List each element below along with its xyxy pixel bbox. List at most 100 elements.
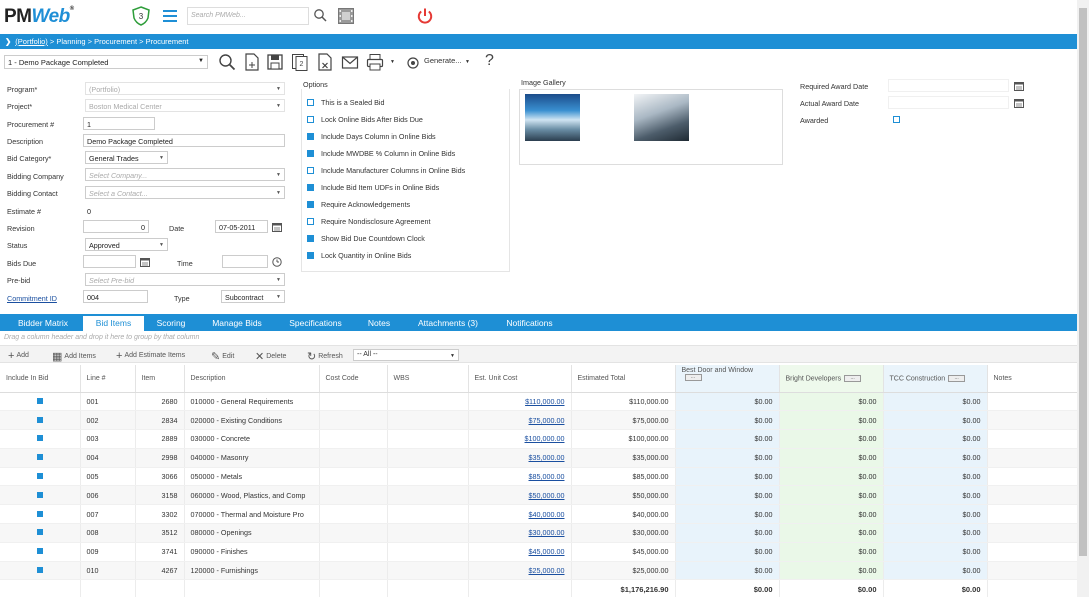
table-row[interactable]: 002 2834 020000 - Existing Conditions $75,0… xyxy=(0,410,1078,431)
option-checkbox[interactable] xyxy=(307,218,314,225)
menu-icon[interactable] xyxy=(163,10,177,22)
record-selector[interactable]: 1 - Demo Package Completed ▼ xyxy=(4,55,208,69)
save-icon[interactable] xyxy=(266,53,284,71)
estimate-input[interactable]: 0 xyxy=(83,204,285,217)
column-header[interactable]: Estimated Total xyxy=(571,365,676,393)
description-input[interactable]: Demo Package Completed xyxy=(83,134,285,147)
include-in-bid-checkbox[interactable] xyxy=(36,567,43,574)
est-unit-cost-link[interactable]: $85,000.00 xyxy=(468,467,572,487)
media-library-icon[interactable] xyxy=(338,8,354,24)
print-icon[interactable] xyxy=(366,53,384,71)
generate-dropdown-icon[interactable]: ▼ xyxy=(465,59,470,65)
bidder-options-button[interactable]: ... xyxy=(844,374,862,382)
column-header[interactable]: Line # xyxy=(80,365,136,393)
include-in-bid-cell[interactable] xyxy=(0,523,81,543)
include-in-bid-checkbox[interactable] xyxy=(36,529,43,536)
column-header[interactable]: Cost Code xyxy=(319,365,388,393)
include-in-bid-cell[interactable] xyxy=(0,485,81,506)
option-checkbox[interactable] xyxy=(307,201,314,208)
vertical-scrollbar[interactable] xyxy=(1077,0,1089,597)
find-icon[interactable] xyxy=(218,53,236,71)
bidding-company-select[interactable]: Select Company... ▼ xyxy=(85,168,285,181)
option-item[interactable]: Include Manufacturer Columns in Online B… xyxy=(307,166,465,175)
table-row[interactable]: 008 3512 080000 - Openings $30,000.00 $30,00… xyxy=(0,523,1078,543)
calendar-icon[interactable] xyxy=(140,257,150,267)
table-row[interactable]: 003 2889 030000 - Concrete $100,000.00 $100,… xyxy=(0,429,1078,449)
delete-button[interactable]: ✕ Delete xyxy=(255,350,286,363)
option-checkbox[interactable] xyxy=(307,116,314,123)
project-select[interactable]: Boston Medical Center ▼ xyxy=(85,99,285,112)
option-checkbox[interactable] xyxy=(307,167,314,174)
search-icon[interactable] xyxy=(313,8,327,22)
est-unit-cost-link[interactable]: $35,000.00 xyxy=(468,448,572,468)
pmweb-logo[interactable]: PMWeb® xyxy=(4,6,74,28)
column-header[interactable]: Bright Developers... xyxy=(779,365,884,393)
bids-due-input[interactable] xyxy=(83,255,136,268)
help-icon[interactable]: ? xyxy=(485,52,494,70)
grid-filter-select[interactable]: -- All -- ▼ xyxy=(353,349,459,361)
add-items-button[interactable]: ▦ Add Items xyxy=(52,350,96,363)
column-header[interactable]: TCC Construction... xyxy=(883,365,988,393)
commitment-id-link[interactable]: Commitment ID xyxy=(7,294,57,303)
option-item[interactable]: This is a Sealed Bid xyxy=(307,98,385,107)
option-item[interactable]: Include Days Column in Online Bids xyxy=(307,132,436,141)
add-estimate-items-button[interactable]: + Add Estimate Items xyxy=(116,350,185,362)
prebid-select[interactable]: Select Pre-bid ▼ xyxy=(85,273,285,286)
gallery-image-thumbnail[interactable] xyxy=(525,94,580,141)
include-in-bid-checkbox[interactable] xyxy=(36,454,43,461)
include-in-bid-checkbox[interactable] xyxy=(36,416,43,423)
refresh-button[interactable]: ↻ Refresh xyxy=(307,350,343,363)
new-record-icon[interactable] xyxy=(243,53,261,71)
bidding-contact-select[interactable]: Select a Contact... ▼ xyxy=(85,186,285,199)
table-row[interactable]: 009 3741 090000 - Finishes $45,000.00 $45,00… xyxy=(0,542,1078,562)
column-header[interactable]: Notes xyxy=(987,365,1078,393)
column-header[interactable]: Description xyxy=(184,365,320,393)
option-item[interactable]: Require Nondisclosure Agreement xyxy=(307,217,430,226)
include-in-bid-cell[interactable] xyxy=(0,448,81,468)
scrollbar-thumb[interactable] xyxy=(1079,8,1087,556)
include-in-bid-checkbox[interactable] xyxy=(36,397,43,404)
delete-record-icon[interactable] xyxy=(316,53,334,71)
gallery-image-thumbnail[interactable] xyxy=(634,94,689,141)
est-unit-cost-link[interactable]: $50,000.00 xyxy=(468,485,572,506)
calendar-icon[interactable] xyxy=(272,222,282,232)
column-header[interactable]: Include In Bid xyxy=(0,365,81,393)
est-unit-cost-link[interactable]: $25,000.00 xyxy=(468,561,572,581)
generate-button[interactable]: Generate... xyxy=(424,56,462,65)
status-select[interactable]: Approved ▼ xyxy=(85,238,168,251)
edit-button[interactable]: ✎ Edit xyxy=(211,350,234,363)
include-in-bid-checkbox[interactable] xyxy=(36,491,43,498)
breadcrumb-root-link[interactable]: (Portfolio) xyxy=(15,37,48,46)
include-in-bid-cell[interactable] xyxy=(0,467,81,487)
table-row[interactable]: 001 2680 010000 - General Requirements $110… xyxy=(0,392,1078,412)
option-checkbox[interactable] xyxy=(307,252,314,259)
search-input[interactable]: Search PMWeb... xyxy=(187,7,309,25)
option-item[interactable]: Lock Online Bids After Bids Due xyxy=(307,115,423,124)
time-input[interactable] xyxy=(222,255,268,268)
table-row[interactable]: 006 3158 060000 - Wood, Plastics, and Comp… xyxy=(0,485,1078,506)
table-row[interactable]: 004 2998 040000 - Masonry $35,000.00 $35,000… xyxy=(0,448,1078,468)
option-checkbox[interactable] xyxy=(307,150,314,157)
notification-shield-icon[interactable]: 3 xyxy=(131,6,151,26)
tab-notifications[interactable]: Notifications xyxy=(493,316,566,331)
est-unit-cost-link[interactable]: $100,000.00 xyxy=(468,429,572,449)
email-icon[interactable] xyxy=(341,53,359,71)
column-header[interactable]: Est. Unit Cost xyxy=(468,365,572,393)
commitment-id-input[interactable]: 004 xyxy=(83,290,148,303)
type-select[interactable]: Subcontract ▼ xyxy=(221,290,285,303)
tab-bidder-matrix[interactable]: Bidder Matrix xyxy=(5,316,81,331)
required-award-date-input[interactable] xyxy=(888,79,1009,92)
include-in-bid-cell[interactable] xyxy=(0,392,81,412)
include-in-bid-checkbox[interactable] xyxy=(36,510,43,517)
column-header[interactable]: Item xyxy=(135,365,185,393)
est-unit-cost-link[interactable]: $110,000.00 xyxy=(468,392,572,412)
column-header[interactable]: WBS xyxy=(387,365,469,393)
program-select[interactable]: (Portfolio) ▼ xyxy=(85,82,285,95)
include-in-bid-checkbox[interactable] xyxy=(36,548,43,555)
actual-award-date-input[interactable] xyxy=(888,96,1009,109)
revision-input[interactable]: 0 xyxy=(83,220,149,233)
est-unit-cost-link[interactable]: $45,000.00 xyxy=(468,542,572,562)
tab-bid-items[interactable]: Bid Items xyxy=(83,316,144,331)
include-in-bid-cell[interactable] xyxy=(0,561,81,581)
bid-category-select[interactable]: General Trades ▼ xyxy=(85,151,168,164)
